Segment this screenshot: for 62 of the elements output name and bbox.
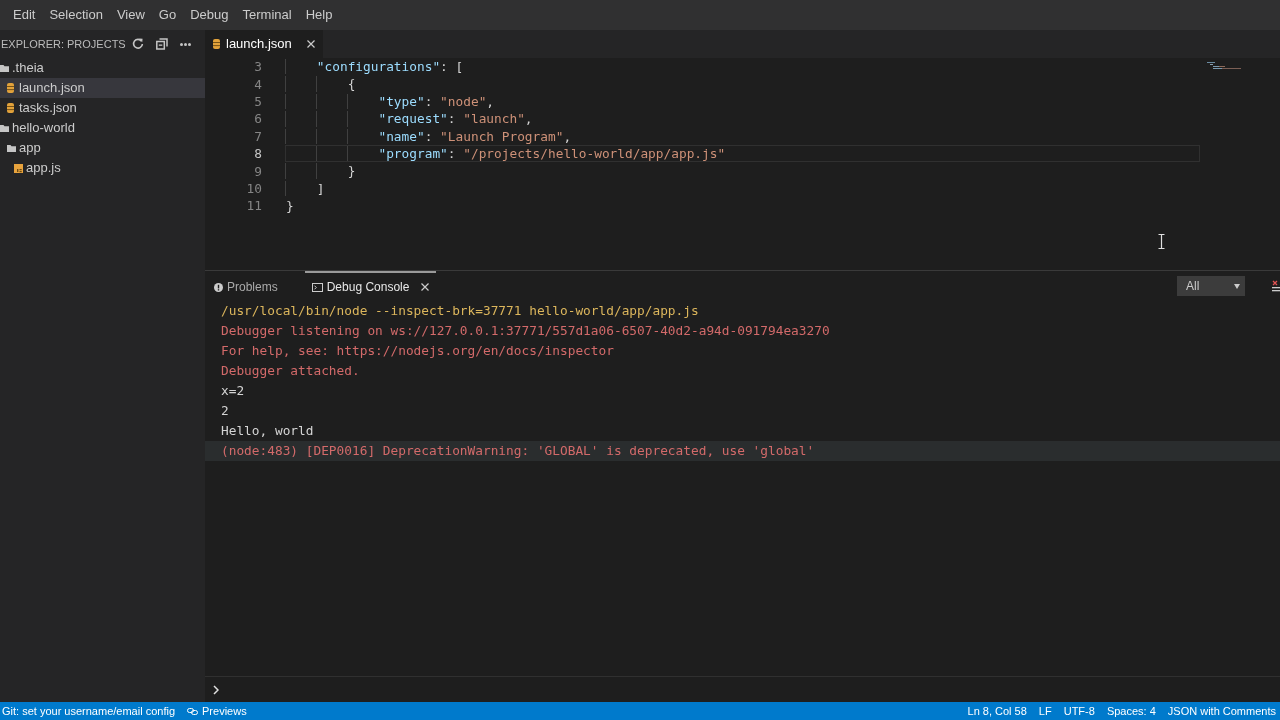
folder-icon — [7, 144, 16, 152]
close-icon[interactable] — [421, 283, 430, 291]
tree-item[interactable]: launch.json — [0, 78, 205, 98]
status-item[interactable]: Spaces: 4 — [1104, 702, 1158, 720]
menu-item[interactable]: Go — [151, 5, 184, 25]
menu-item[interactable]: Debug — [183, 5, 236, 25]
status-item[interactable]: UTF-8 — [1061, 702, 1097, 720]
console-line: Hello, world — [220, 422, 315, 440]
console-line: /usr/local/bin/node --inspect-brk=37771 hello-world/app/app.js — [220, 302, 700, 320]
database-icon — [213, 39, 220, 49]
tree-item[interactable]: app.js — [0, 158, 205, 178]
filter-select[interactable]: All — [1177, 276, 1245, 296]
status-item[interactable]: Git: set your username/email config — [0, 702, 178, 720]
code-line: } — [285, 197, 295, 215]
line-number: 6 — [253, 110, 262, 128]
caret-icon — [1234, 283, 1240, 289]
line-number: 5 — [253, 92, 262, 110]
menu-item[interactable]: Terminal — [235, 5, 299, 25]
folder-icon — [0, 64, 9, 72]
console-line: Debugger attached. — [220, 362, 361, 380]
status-item[interactable]: Previews — [185, 702, 249, 720]
tree-item[interactable]: tasks.json — [0, 98, 205, 118]
refresh-icon[interactable] — [132, 38, 144, 50]
console-line: Debugger listening on ws://127.0.0.1:37771/557d1a06-6507-40d2-a94d-091794ea3270 — [220, 322, 831, 340]
menu-item[interactable]: Edit — [6, 5, 43, 25]
line-number: 3 — [253, 58, 262, 76]
folder-icon — [0, 124, 9, 132]
database-icon — [7, 83, 14, 93]
editor-tab[interactable]: launch.json — [205, 30, 323, 58]
console-line: 2 — [220, 402, 230, 420]
status-item[interactable]: LF — [1036, 702, 1054, 720]
status-item[interactable]: Ln 8, Col 58 — [965, 702, 1029, 720]
exclamation-circle-icon — [214, 282, 223, 292]
line-number: 7 — [253, 127, 262, 145]
line-number: 11 — [245, 197, 262, 215]
line-number: 8 — [253, 145, 262, 163]
console-line: For help, see: https://nodejs.org/en/docs/inspector — [220, 342, 615, 360]
minimap-drawing — [1205, 62, 1241, 70]
menu-item[interactable]: View — [109, 5, 152, 25]
line-number: 9 — [253, 162, 262, 180]
terminal-icon — [311, 282, 323, 292]
script-file-icon — [14, 163, 23, 173]
line-number: 4 — [253, 75, 262, 93]
text-cursor-icon — [1158, 234, 1165, 249]
panel-tab[interactable]: Debug Console — [304, 271, 437, 301]
tree-item[interactable]: app — [0, 138, 205, 158]
chevron-icon — [213, 684, 219, 695]
collapse-icon[interactable] — [156, 38, 168, 50]
panel-tab[interactable]: Problems — [207, 271, 285, 301]
more-icon[interactable] — [180, 42, 191, 46]
close-icon[interactable] — [306, 40, 315, 48]
status-item[interactable]: JSON with Comments — [1165, 702, 1278, 720]
clear-console-icon[interactable] — [1272, 280, 1280, 292]
database-icon — [7, 103, 14, 113]
explorer-title: EXPLORER: PROJECTS — [1, 36, 127, 52]
console-line: x=2 — [220, 382, 246, 400]
menu-item[interactable]: Selection — [42, 5, 110, 25]
link-icon — [187, 707, 199, 715]
menu-item[interactable]: Help — [298, 5, 340, 25]
line-number: 10 — [245, 179, 262, 197]
tree-item[interactable]: hello-world — [0, 118, 205, 138]
tree-item[interactable]: .theia — [0, 58, 205, 78]
